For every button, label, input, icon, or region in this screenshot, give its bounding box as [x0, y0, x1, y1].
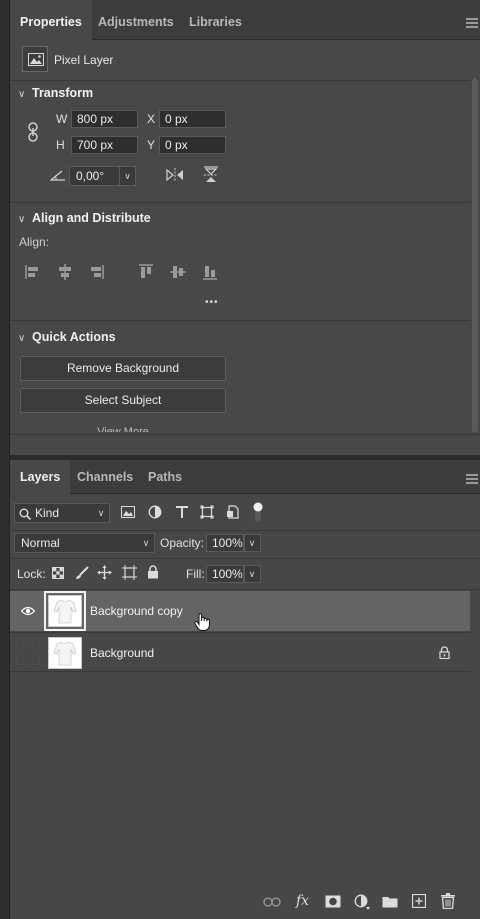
fill-label: Fill: — [186, 567, 205, 581]
align-section-header[interactable]: ∨ Align and Distribute — [18, 211, 151, 229]
shirt-thumbnail-icon — [53, 599, 77, 624]
align-left-edges-icon[interactable] — [25, 264, 41, 283]
filter-kind-dropdown[interactable]: Kind ∨ — [14, 503, 110, 523]
chevron-down-icon: ∨ — [18, 214, 26, 225]
filter-shape-layers-icon[interactable] — [200, 505, 214, 522]
properties-tab-bar: Properties Adjustments Libraries — [10, 0, 480, 40]
view-more-link[interactable]: View More — [20, 424, 226, 432]
opacity-label: Opacity: — [160, 536, 205, 550]
select-subject-button[interactable]: Select Subject — [20, 388, 226, 413]
remove-background-button[interactable]: Remove Background — [20, 356, 226, 381]
properties-panel: Properties Adjustments Libraries Pixel L… — [10, 0, 480, 460]
filter-pixel-layers-icon[interactable] — [121, 506, 135, 521]
quick-actions-section-header[interactable]: ∨ Quick Actions — [18, 330, 116, 348]
height-label: H — [56, 138, 65, 152]
angle-icon — [49, 169, 66, 184]
chevron-down-icon: ∨ — [97, 508, 105, 518]
chevron-down-icon: ∨ — [142, 538, 150, 548]
filter-adjustment-layers-icon[interactable] — [148, 505, 162, 522]
y-position-field[interactable]: 0 px — [159, 136, 226, 154]
layer-thumbnail — [48, 637, 82, 669]
layer-kind-label: Pixel Layer — [54, 53, 114, 67]
align-vertical-centers-icon[interactable] — [170, 264, 186, 283]
panel-menu-icon[interactable] — [466, 18, 478, 28]
align-label: Align: — [19, 235, 50, 249]
chevron-down-icon: ∨ — [248, 538, 256, 548]
layer-name[interactable]: Background — [90, 646, 154, 660]
left-edge-strip — [0, 0, 10, 919]
layers-panel: Layers Channels Paths Kind ∨ Normal ∨ Op… — [10, 460, 480, 919]
fill-slider-toggle[interactable]: ∨ — [244, 565, 261, 583]
angle-dropdown[interactable]: 0,00° ∨ — [69, 166, 136, 186]
visibility-toggle[interactable] — [12, 633, 42, 673]
visibility-toggle[interactable] — [12, 591, 42, 631]
angle-value: 0,00° — [76, 169, 105, 183]
pixel-layer-icon — [22, 46, 48, 72]
x-position-field[interactable]: 0 px — [159, 110, 226, 128]
lock-image-pixels-icon[interactable] — [75, 566, 89, 583]
layer-row-background[interactable]: Background — [10, 632, 470, 672]
align-title: Align and Distribute — [32, 211, 151, 225]
lock-artboard-icon[interactable] — [122, 565, 137, 583]
height-field[interactable]: 700 px — [71, 136, 138, 154]
width-field[interactable]: 800 px — [71, 110, 138, 128]
tab-properties[interactable]: Properties — [10, 0, 92, 40]
new-adjustment-layer-icon[interactable] — [354, 894, 370, 913]
search-icon — [19, 507, 32, 525]
layer-name[interactable]: Background copy — [90, 604, 183, 618]
properties-scrollbar[interactable] — [472, 78, 478, 433]
flip-horizontal-icon[interactable] — [166, 168, 184, 185]
lock-position-icon[interactable] — [97, 565, 112, 583]
blend-mode-dropdown[interactable]: Normal ∨ — [14, 533, 155, 553]
quick-actions-title: Quick Actions — [32, 330, 116, 344]
new-group-folder-icon[interactable] — [382, 895, 398, 911]
tab-libraries[interactable]: Libraries — [179, 0, 252, 40]
align-top-edges-icon[interactable] — [138, 264, 154, 283]
layers-tab-bar: Layers Channels Paths — [10, 460, 480, 494]
opacity-field[interactable]: 100% — [206, 534, 244, 552]
add-layer-mask-icon[interactable] — [325, 895, 341, 911]
visibility-empty-box — [16, 641, 40, 665]
new-layer-icon[interactable] — [411, 893, 427, 911]
flip-vertical-icon[interactable] — [204, 166, 218, 187]
transform-title: Transform — [32, 86, 94, 100]
tab-adjustments[interactable]: Adjustments — [88, 0, 184, 40]
shirt-thumbnail-icon — [53, 641, 77, 666]
more-options-icon[interactable]: ••• — [205, 297, 219, 308]
width-label: W — [56, 112, 68, 126]
filter-kind-value: Kind — [35, 506, 60, 520]
align-bottom-edges-icon[interactable] — [202, 264, 218, 283]
panel-menu-icon[interactable] — [466, 474, 478, 484]
tab-layers[interactable]: Layers — [10, 460, 71, 494]
layer-row-background-copy[interactable]: Background copy — [10, 591, 470, 631]
y-label: Y — [147, 138, 156, 152]
link-layers-icon[interactable] — [263, 896, 281, 910]
fx-layer-style-icon[interactable]: fx — [296, 893, 309, 909]
align-right-edges-icon[interactable] — [88, 264, 104, 283]
fill-field[interactable]: 100% — [206, 565, 244, 583]
chevron-down-icon: ∨ — [18, 89, 26, 100]
chevron-down-icon: ∨ — [248, 569, 256, 579]
chevron-down-icon: ∨ — [119, 167, 135, 185]
lock-label: Lock: — [17, 567, 46, 581]
lock-all-icon[interactable] — [147, 565, 159, 582]
filter-smart-objects-icon[interactable] — [226, 505, 240, 522]
layer-thumbnail — [44, 591, 86, 631]
tab-paths[interactable]: Paths — [138, 460, 192, 494]
opacity-slider-toggle[interactable]: ∨ — [244, 534, 261, 552]
trash-icon[interactable] — [441, 893, 455, 912]
filter-toggle-switch[interactable] — [252, 502, 264, 525]
tab-channels[interactable]: Channels — [67, 460, 143, 494]
lock-icon — [439, 646, 450, 662]
filter-type-layers-icon[interactable] — [175, 505, 189, 522]
chevron-down-icon: ∨ — [18, 333, 26, 344]
lock-transparent-pixels-icon[interactable] — [52, 567, 64, 582]
link-dimensions-icon[interactable] — [27, 122, 39, 145]
transform-section-header[interactable]: ∨ Transform — [18, 86, 93, 104]
eye-icon — [20, 605, 36, 619]
blend-mode-value: Normal — [21, 536, 60, 550]
align-horizontal-centers-icon[interactable] — [57, 264, 73, 283]
layers-footer-toolbar: fx — [10, 890, 480, 914]
x-label: X — [147, 112, 156, 126]
